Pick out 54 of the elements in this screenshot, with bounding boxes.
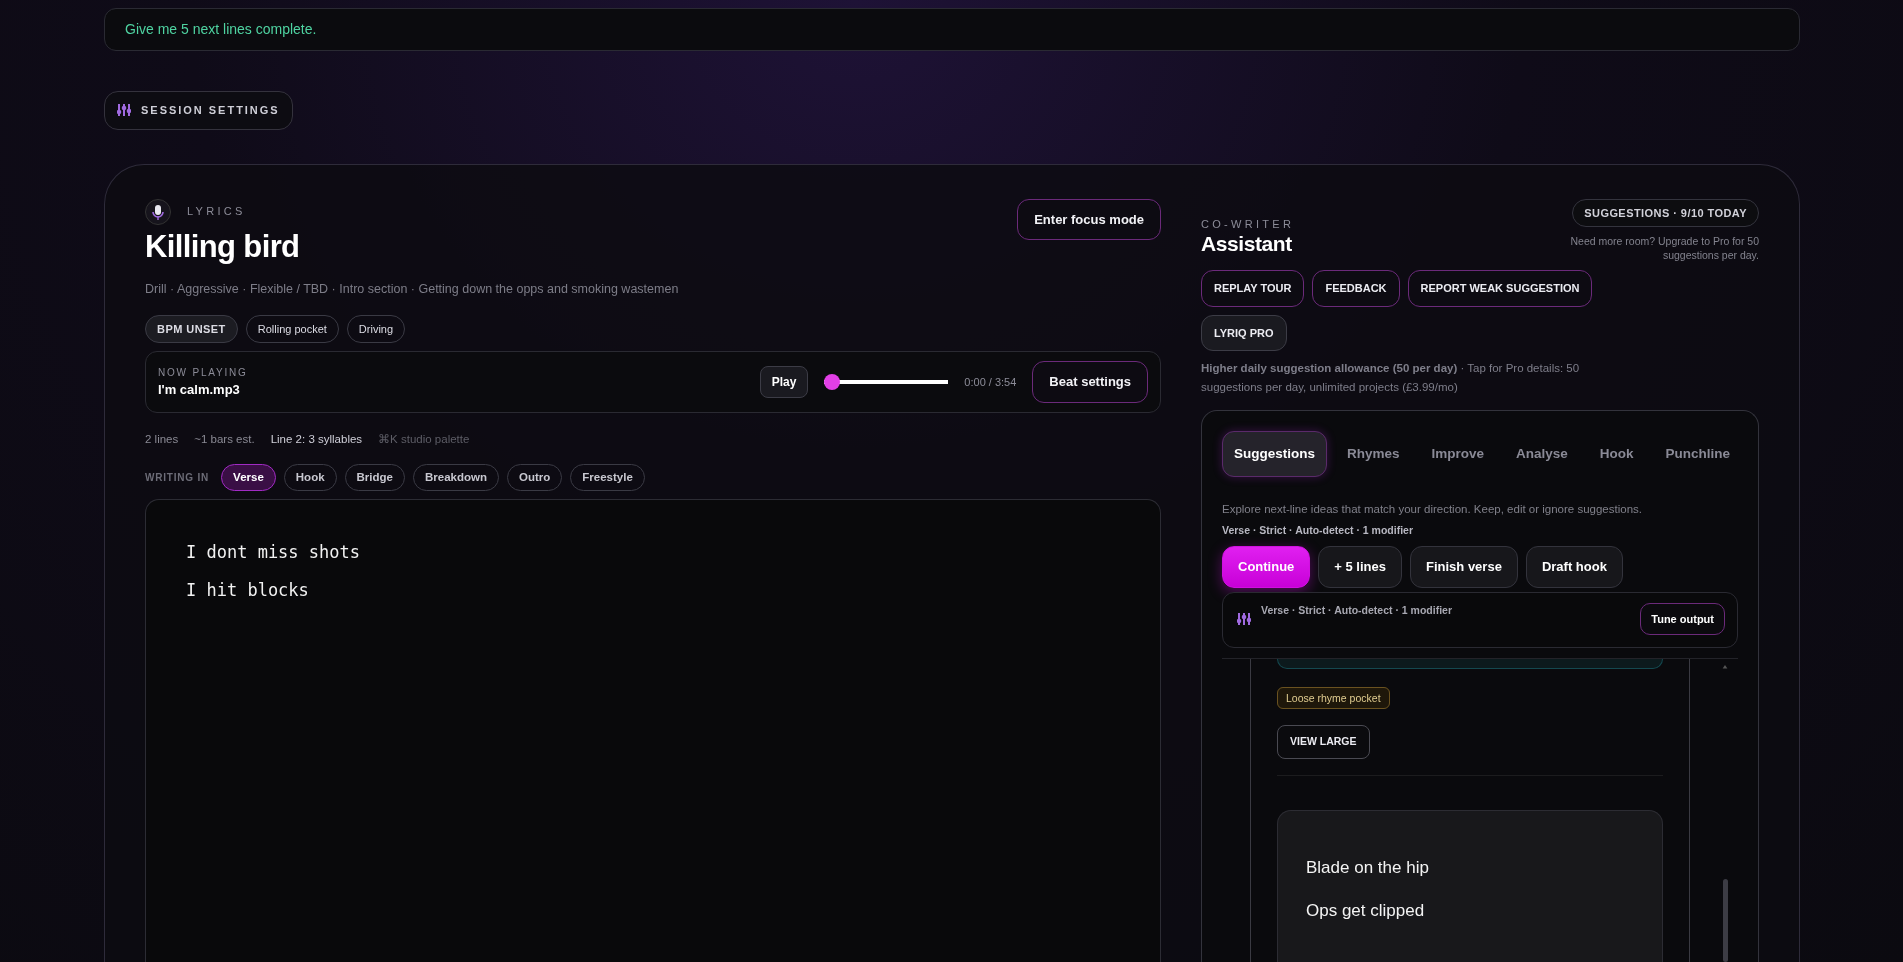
lyrics-editor[interactable]: I dont miss shots I hit blocks [145,499,1161,962]
panel-tab[interactable]: Punchline [1653,431,1743,478]
panel-tab[interactable]: Analyse [1504,431,1580,478]
assistant-title: Assistant [1201,232,1293,257]
action-button[interactable]: REPLAY TOUR [1201,270,1305,307]
focus-mode-button[interactable]: Enter focus mode [1017,198,1161,240]
action-button[interactable]: + 5 lines [1318,546,1402,588]
view-large-button[interactable]: VIEW LARGE [1277,725,1370,760]
panel-tab[interactable]: Hook [1587,431,1646,478]
stat-text: ⌘K studio palette [378,431,470,447]
tune-summary: Verse · Strict · Auto-detect · 1 modifier [1261,602,1453,618]
action-button[interactable]: Finish verse [1410,546,1518,588]
sliders-icon [1237,612,1251,627]
session-settings-button[interactable]: SESSION SETTINGS [104,91,293,130]
suggestion-line: Ops get clipped [1306,899,1426,922]
section-pill[interactable]: Verse [221,464,276,492]
panel-tab[interactable]: Improve [1419,431,1497,478]
stat-text: 2 lines [145,431,179,447]
upgrade-note: Need more room? Upgrade to Pro for 50 suggestions per day. [1569,235,1759,263]
bpm-badge: BPM UNSET [145,314,238,344]
section-label: CO-WRITER [1201,216,1295,232]
panel-tab[interactable]: Suggestions [1222,431,1327,478]
microphone-icon [145,198,171,225]
action-button[interactable]: Draft hook [1525,546,1623,588]
settings-summary: Verse · Strict · Auto-detect · 1 modifier [1222,522,1414,538]
section-label: LYRICS [187,204,246,220]
track-name: I'm calm.mp3 [158,380,241,399]
lyric-line: I dont miss shots [186,541,361,565]
beat-settings-button[interactable]: Beat settings [1032,361,1148,403]
quota-badge: SUGGESTIONS · 9/10 TODAY [1572,198,1759,227]
tune-output-button[interactable]: Tune output [1640,602,1725,636]
sliders-icon [117,103,131,118]
pro-note: Higher daily suggestion allowance (50 per day) · Tap for Pro details: 50 suggestions per day, unlimited projects (£3.99/mo) [1201,361,1581,395]
rhyme-tag: Loose rhyme pocket [1277,687,1390,710]
action-button[interactable]: REPORT WEAK SUGGESTION [1407,270,1593,307]
continue-button[interactable]: Continue [1222,546,1311,588]
stat-text: ~1 bars est. [194,431,255,447]
pro-button[interactable]: LYRIQ PRO [1201,314,1287,352]
prompt-text: Give me 5 next lines complete. [104,8,1800,51]
writing-in-label: WRITING IN [145,471,210,486]
track-time: 0:00 / 3:54 [964,374,1017,390]
slider-thumb[interactable] [824,374,841,391]
now-playing-label: NOW PLAYING [158,365,249,380]
song-title: Killing bird [145,228,301,265]
action-button[interactable]: FEEDBACK [1312,270,1400,307]
scroll-up-icon [1721,665,1729,669]
panel-tab[interactable]: Rhymes [1335,431,1412,478]
lyric-line: I hit blocks [186,578,310,602]
play-button[interactable]: Play [759,366,809,399]
suggestion-line: Blade on the hip [1306,857,1430,880]
stat-text: Line 2: 3 syllables [270,431,363,447]
song-description: Drill · Aggressive · Flexible / TBD · Intro section · Getting down the opps and smoking wastemen [145,281,679,299]
panel-description: Explore next-line ideas that match your direction. Keep, edit or ignore suggestions. [1222,502,1643,518]
scrollbar-thumb[interactable] [1722,878,1728,962]
